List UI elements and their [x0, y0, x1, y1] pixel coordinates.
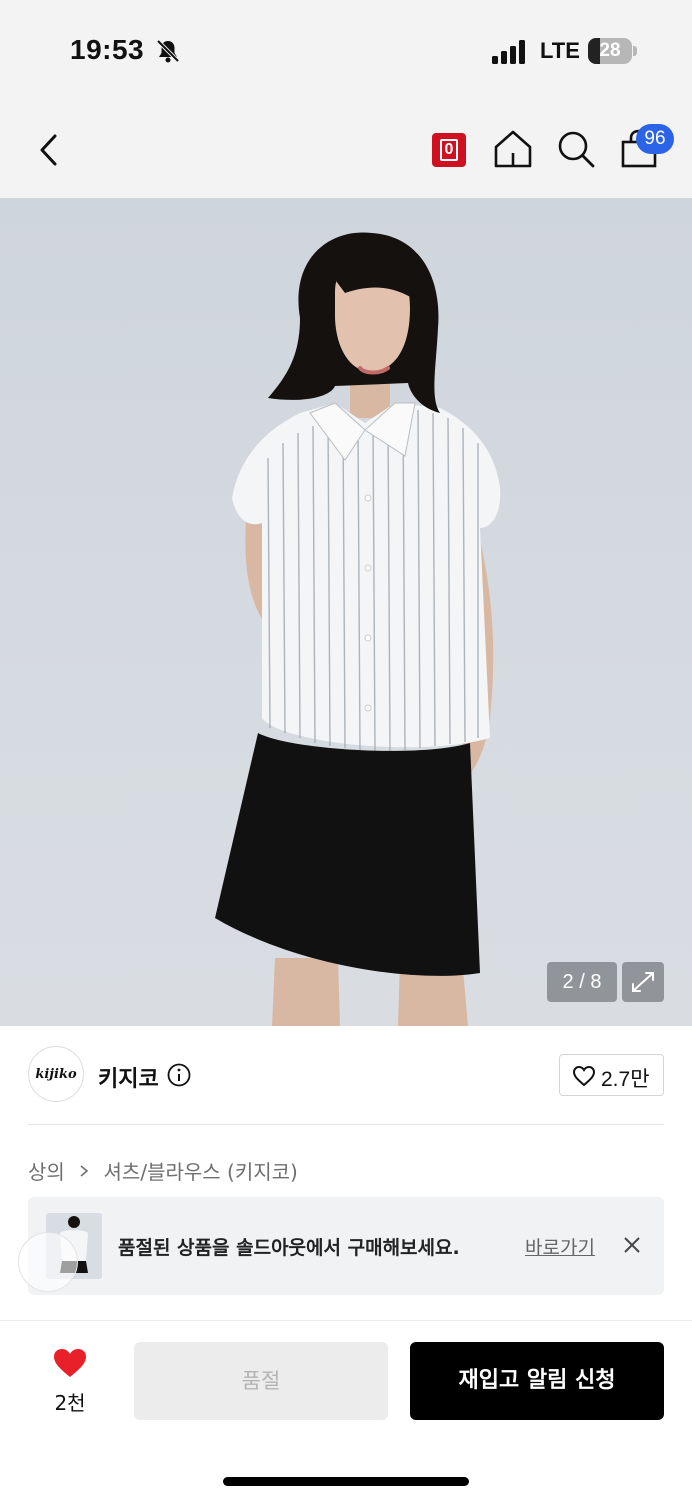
divider [28, 1124, 664, 1125]
cart-count-badge: 96 [636, 124, 674, 154]
status-bar: 19:53 LTE 28 [0, 0, 692, 100]
image-counter: 2 / 8 [547, 962, 617, 1002]
brand-row: kijiko 키지코 2.7만 [0, 1026, 692, 1126]
brand-badge-label: 0 [440, 139, 458, 161]
heart-outline-icon [572, 1065, 596, 1087]
restock-alert-button[interactable]: 재입고 알림 신청 [410, 1342, 664, 1420]
soldout-button[interactable]: 품절 [134, 1342, 388, 1420]
brand-name[interactable]: 키지코 [98, 1061, 159, 1093]
banner-message: 품절된 상품을 솔드아웃에서 구매해보세요. [118, 1237, 460, 1259]
back-icon[interactable] [30, 130, 70, 170]
heart-filled-icon[interactable] [52, 1347, 88, 1379]
brand-like-count: 2.7만 [601, 1068, 650, 1091]
signal-icon [492, 40, 525, 64]
brand-badge-button[interactable]: 0 [432, 133, 466, 167]
home-indicator [223, 1477, 469, 1486]
breadcrumb-subcategory[interactable]: 셔츠/블라우스 (키지코) [104, 1160, 298, 1184]
breadcrumb: 상의 셔츠/블라우스 (키지코) [28, 1156, 298, 1185]
bottom-action-bar: 2천 품절 재입고 알림 신청 [0, 1320, 692, 1500]
status-time: 19:53 [70, 34, 145, 65]
close-icon[interactable] [622, 1235, 642, 1255]
battery-percent: 28 [599, 40, 621, 61]
chevron-right-icon [80, 1164, 89, 1177]
search-icon[interactable] [555, 128, 597, 170]
network-label: LTE [540, 38, 580, 63]
info-icon[interactable] [167, 1063, 191, 1087]
battery-tip [633, 46, 637, 56]
expand-icon[interactable] [622, 962, 664, 1002]
top-nav: 0 [0, 100, 692, 198]
brand-like-button[interactable]: 2.7만 [559, 1054, 664, 1096]
battery-icon: 28 [588, 38, 632, 64]
bell-off-icon [156, 39, 180, 63]
floating-scroll-button[interactable] [18, 1232, 78, 1292]
brand-logo[interactable]: kijiko [28, 1046, 84, 1102]
soldout-banner: 품절된 상품을 솔드아웃에서 구매해보세요. 바로가기 [28, 1197, 664, 1295]
breadcrumb-category[interactable]: 상의 [28, 1160, 65, 1184]
home-icon[interactable] [492, 128, 534, 170]
banner-shortcut-link[interactable]: 바로가기 [525, 1233, 595, 1260]
product-image[interactable]: 2 / 8 [0, 198, 692, 1026]
wish-count: 2천 [54, 1391, 86, 1415]
